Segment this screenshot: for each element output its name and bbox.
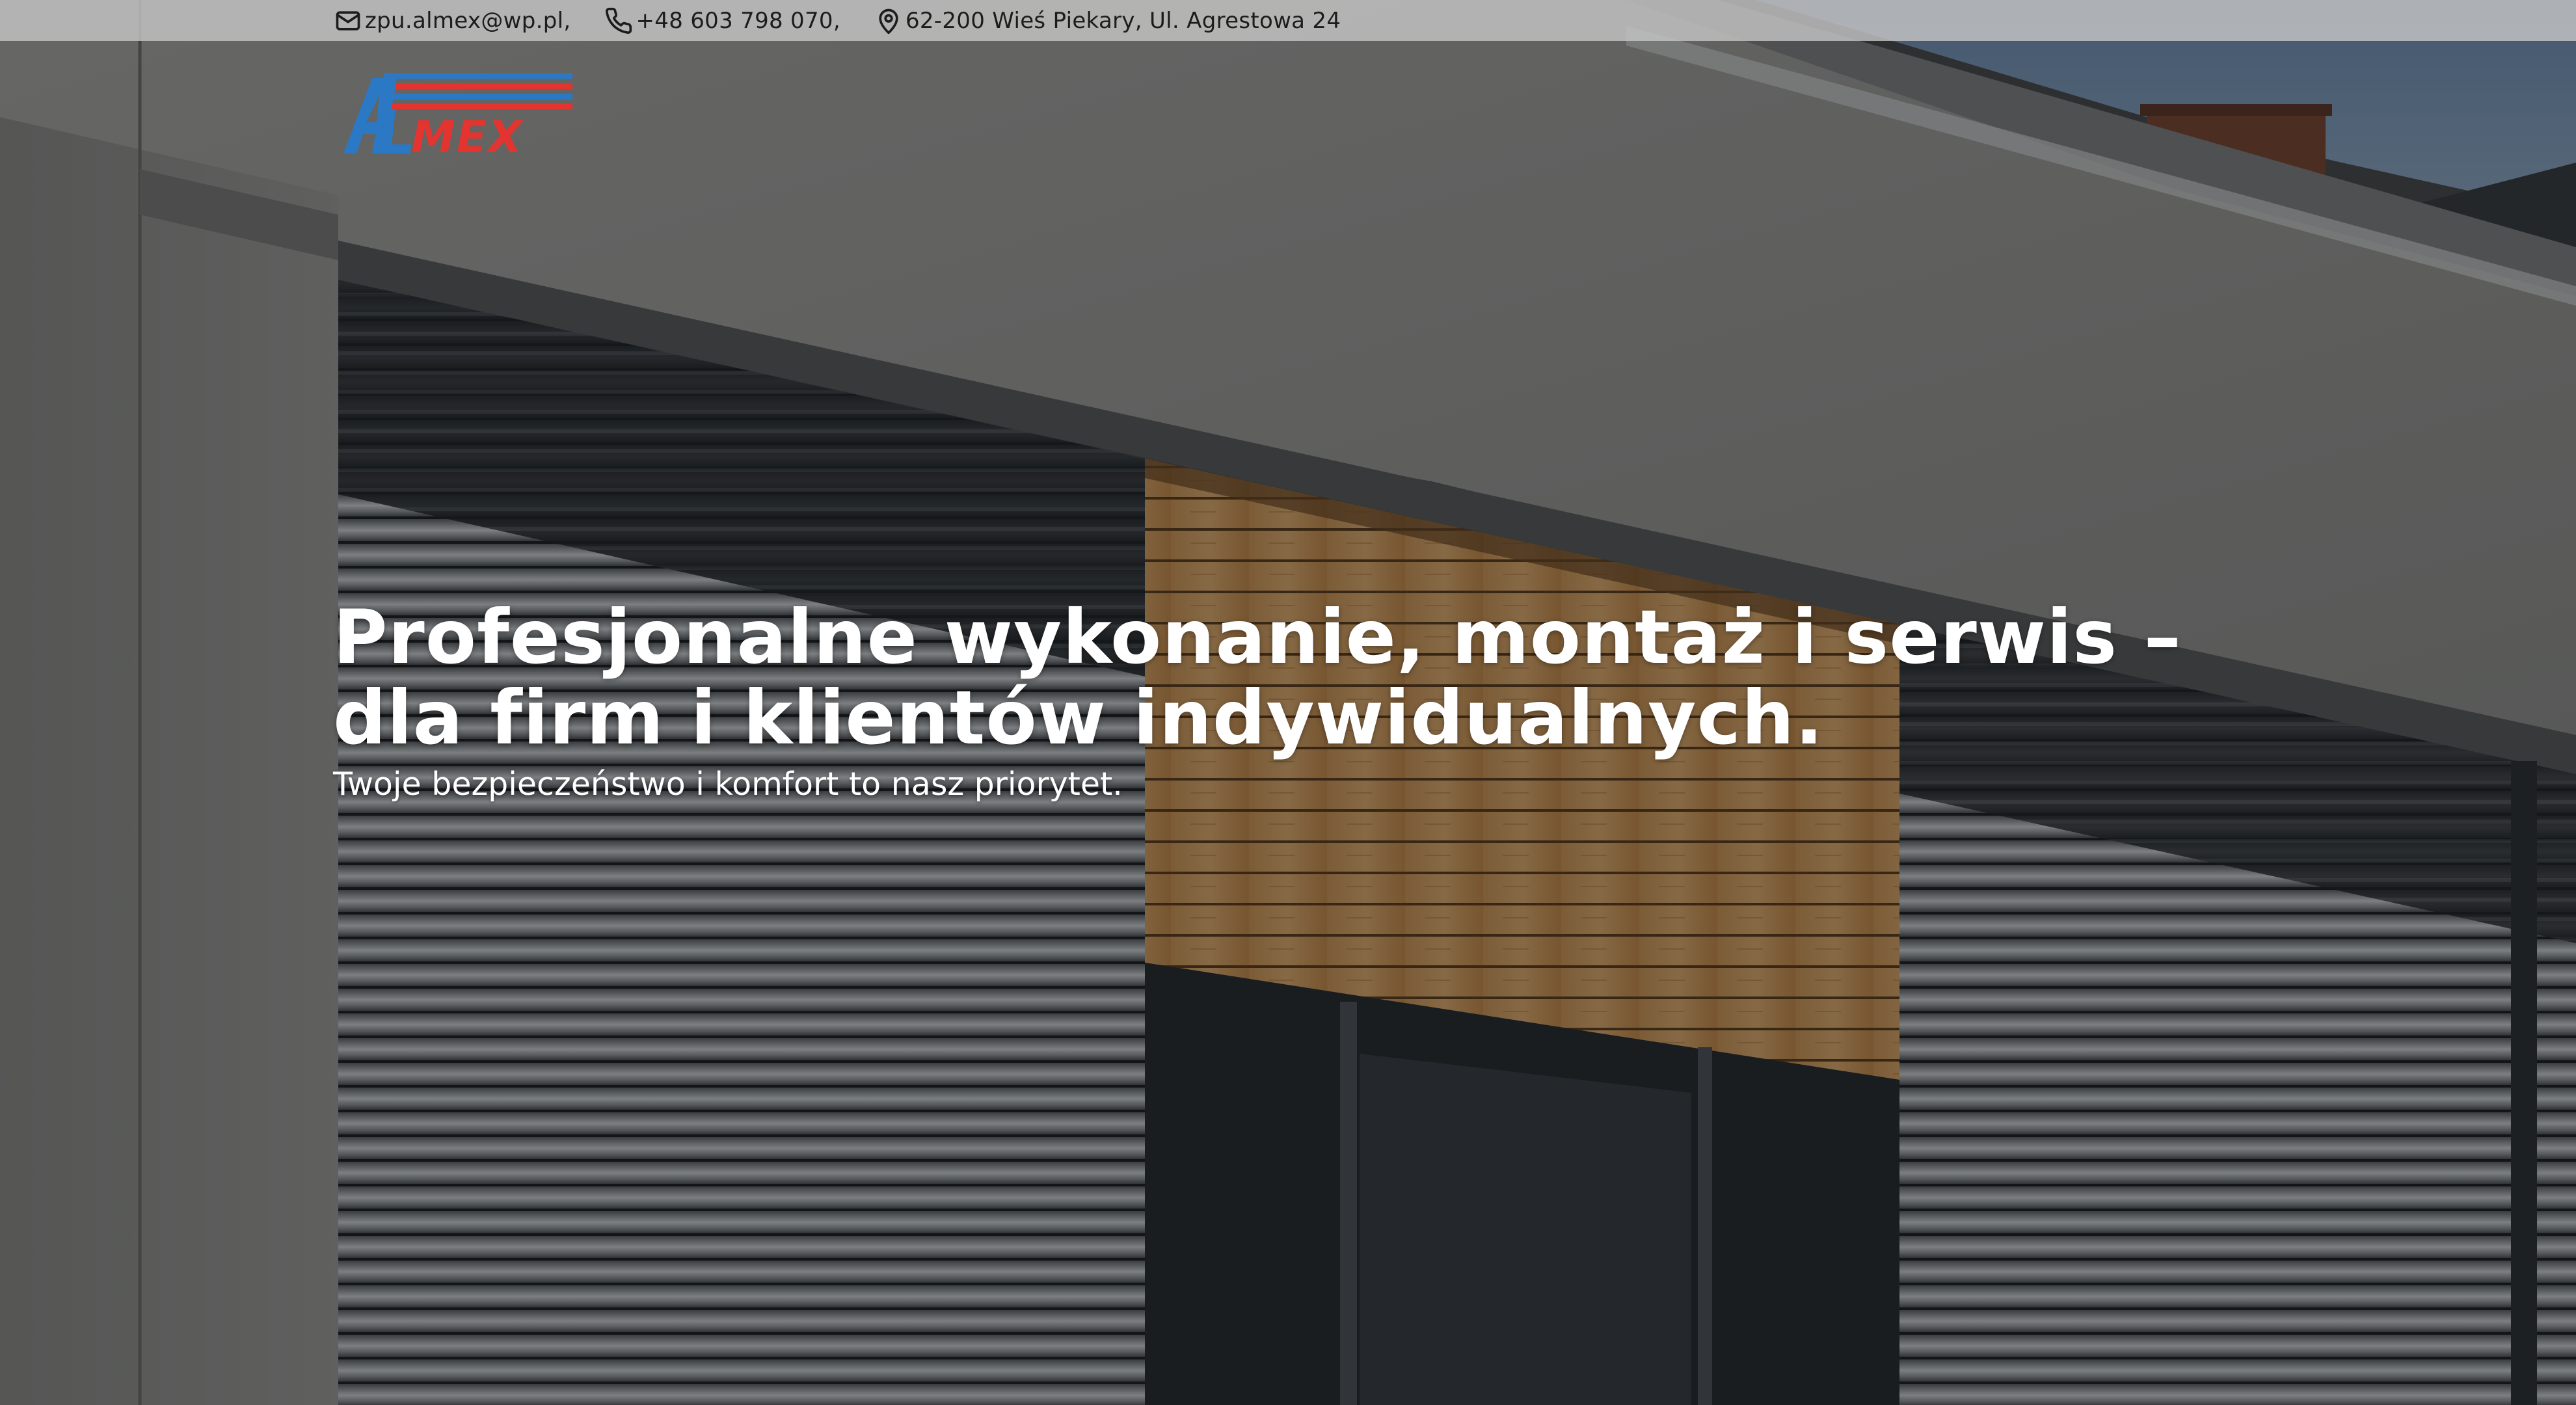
hero-subtitle: Twoje bezpieczeństwo i komfort to nasz p…	[333, 766, 1123, 803]
contact-address-text: 62-200 Wieś Piekary, Ul. Agrestowa 24	[905, 7, 1341, 34]
location-pin-icon	[879, 8, 898, 34]
hero-section: Profesjonalne wykonanie, montaż i serwis…	[333, 597, 2285, 803]
contact-email[interactable]: zpu.almex@wp.pl,	[334, 7, 570, 35]
contact-email-text[interactable]: zpu.almex@wp.pl,	[365, 8, 570, 34]
phone-icon	[606, 7, 632, 34]
contact-phone[interactable]: +48 603 798 070,	[604, 7, 840, 35]
contact-address: 62-200 Wieś Piekary, Ul. Agrestowa 24	[874, 7, 1341, 35]
contact-phone-text[interactable]: +48 603 798 070,	[636, 8, 840, 34]
hero-title: Profesjonalne wykonanie, montaż i serwis…	[333, 594, 2182, 761]
mail-icon	[336, 10, 360, 31]
svg-text:MEX: MEX	[411, 112, 524, 161]
contact-bar: zpu.almex@wp.pl, +48 603 798 070, 62-200…	[0, 0, 2576, 41]
almex-logo[interactable]: MEX	[338, 70, 572, 161]
